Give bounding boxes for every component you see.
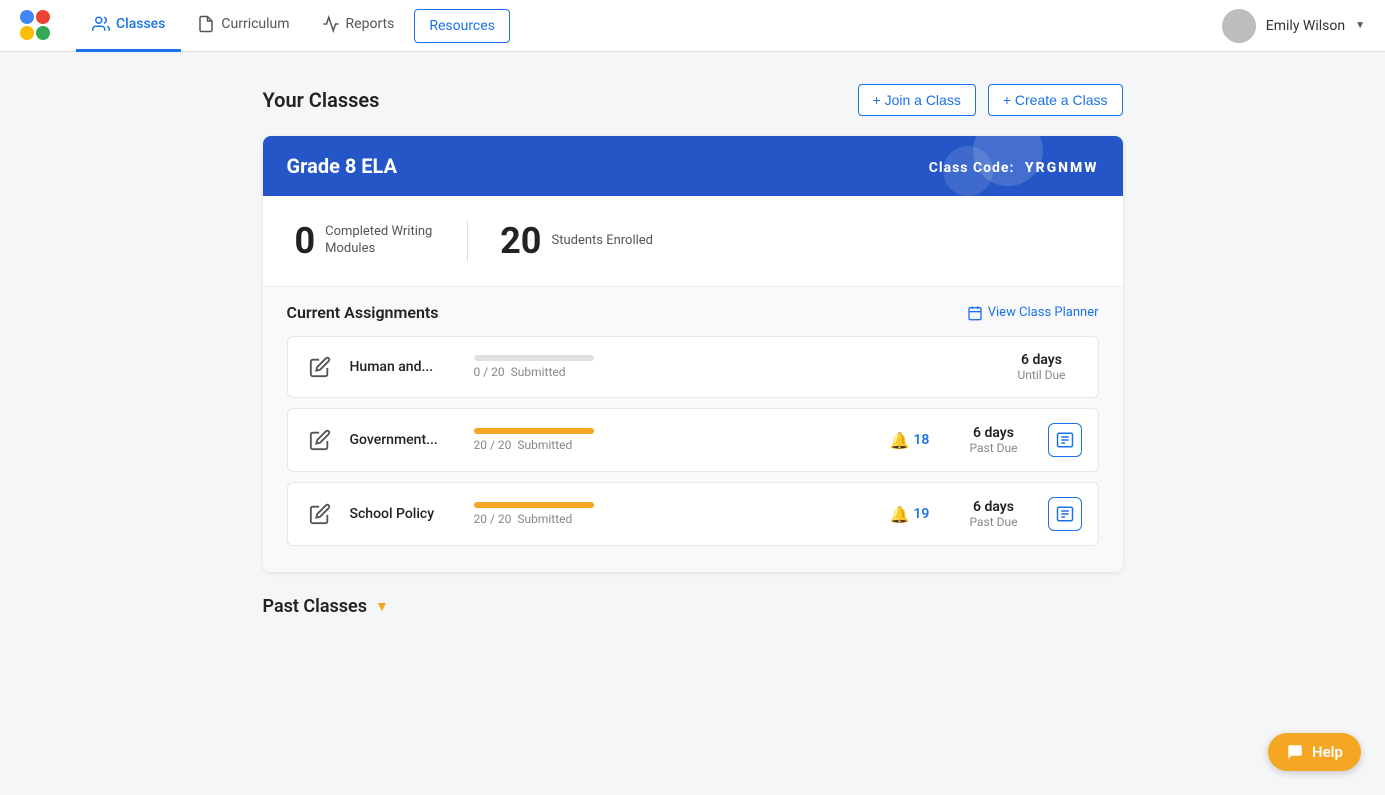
assignment-name-2: Government... (350, 432, 460, 448)
avatar-image (1222, 9, 1256, 43)
planner-icon (967, 305, 983, 321)
help-label: Help (1312, 743, 1343, 761)
bell-area-2: 🔔 18 (890, 431, 940, 450)
nav-item-resources[interactable]: Resources (414, 9, 510, 43)
stat-number-students: 20 (500, 220, 541, 262)
create-class-button[interactable]: + Create a Class (988, 84, 1123, 116)
assignments-title: Current Assignments (287, 303, 439, 322)
navbar: Classes Curriculum Reports Resources Emi… (0, 0, 1385, 52)
assignment-write-icon-2 (304, 424, 336, 456)
progress-bar-bg-1 (474, 355, 594, 361)
stat-completed-modules: 0 Completed Writing Modules (295, 220, 436, 262)
due-label-3: Past Due (954, 515, 1034, 529)
progress-bar-bg-3 (474, 502, 594, 508)
header-actions: + Join a Class + Create a Class (858, 84, 1123, 116)
stat-students-enrolled: 20 Students Enrolled (500, 220, 653, 262)
past-classes-label: Past Classes (263, 596, 367, 617)
avatar (1222, 9, 1256, 43)
due-area-3: 6 days Past Due (954, 499, 1034, 529)
class-code-area: Class Code: YRGNMW (929, 157, 1099, 176)
assignment-write-icon (304, 351, 336, 383)
progress-bar-fill-2 (474, 428, 594, 434)
assignment-row: Human and... 0 / 20 Submitted 6 days Unt… (287, 336, 1099, 398)
progress-text-2: 20 / 20 Submitted (474, 438, 876, 452)
bell-count-2: 18 (913, 432, 929, 448)
main-content: Your Classes + Join a Class + Create a C… (243, 52, 1143, 649)
section-header: Your Classes + Join a Class + Create a C… (263, 84, 1123, 116)
stat-divider (467, 221, 468, 261)
past-classes-section[interactable]: Past Classes ▼ (263, 596, 1123, 617)
class-name: Grade 8 ELA (287, 154, 398, 178)
progress-area-2: 20 / 20 Submitted (474, 428, 876, 452)
assignment-row: School Policy 20 / 20 Submitted 🔔 19 6 d… (287, 482, 1099, 546)
nav-items: Classes Curriculum Reports Resources (76, 0, 1222, 52)
nav-item-classes[interactable]: Classes (76, 0, 181, 52)
progress-text-1: 0 / 20 Submitted (474, 365, 988, 379)
app-logo (20, 10, 52, 42)
nav-item-reports[interactable]: Reports (306, 0, 411, 52)
logo-dot-red (36, 10, 50, 24)
logo-dot-yellow (20, 26, 34, 40)
help-chat-icon (1286, 743, 1304, 761)
due-label-1: Until Due (1002, 368, 1082, 382)
progress-text-3: 20 / 20 Submitted (474, 512, 876, 526)
user-menu-chevron[interactable]: ▼ (1355, 20, 1365, 31)
assignments-header: Current Assignments View Class Planner (287, 303, 1099, 322)
progress-bar-bg-2 (474, 428, 594, 434)
stat-label-students: Students Enrolled (551, 233, 653, 250)
bell-icon-3: 🔔 (890, 505, 910, 524)
assignments-section: Current Assignments View Class Planner (263, 287, 1123, 572)
past-classes-chevron-icon: ▼ (375, 598, 389, 615)
due-days-2: 6 days (954, 425, 1034, 441)
stat-label-modules: Completed Writing Modules (325, 224, 435, 258)
class-code-label: Class Code: YRGNMW (929, 160, 1099, 176)
view-class-planner-link[interactable]: View Class Planner (967, 305, 1099, 321)
class-card-header: Grade 8 ELA Class Code: YRGNMW (263, 136, 1123, 196)
assignment-name-3: School Policy (350, 506, 460, 522)
user-name: Emily Wilson (1266, 18, 1345, 34)
reports-icon (322, 15, 340, 33)
nav-right: Emily Wilson ▼ (1222, 9, 1365, 43)
assignment-name-1: Human and... (350, 359, 460, 375)
classes-icon (92, 15, 110, 33)
progress-area-3: 20 / 20 Submitted (474, 502, 876, 526)
due-days-3: 6 days (954, 499, 1034, 515)
curriculum-icon (197, 15, 215, 33)
report-button-2[interactable] (1048, 423, 1082, 457)
assignment-row: Government... 20 / 20 Submitted 🔔 18 6 d… (287, 408, 1099, 472)
help-button[interactable]: Help (1268, 733, 1361, 771)
stat-number-modules: 0 (295, 220, 316, 262)
section-title: Your Classes (263, 88, 380, 112)
class-card: Grade 8 ELA Class Code: YRGNMW 0 Complet… (263, 136, 1123, 572)
class-stats: 0 Completed Writing Modules 20 Students … (263, 196, 1123, 287)
progress-bar-fill-3 (474, 502, 594, 508)
progress-area-1: 0 / 20 Submitted (474, 355, 988, 379)
due-area-2: 6 days Past Due (954, 425, 1034, 455)
bell-area-3: 🔔 19 (890, 505, 940, 524)
due-days-1: 6 days (1002, 352, 1082, 368)
logo-dot-blue (20, 10, 34, 24)
assignment-write-icon-3 (304, 498, 336, 530)
due-area-1: 6 days Until Due (1002, 352, 1082, 382)
join-class-button[interactable]: + Join a Class (858, 84, 976, 116)
nav-item-curriculum[interactable]: Curriculum (181, 0, 305, 52)
due-label-2: Past Due (954, 441, 1034, 455)
report-button-3[interactable] (1048, 497, 1082, 531)
bell-icon-2: 🔔 (890, 431, 910, 450)
logo-dot-green (36, 26, 50, 40)
bell-count-3: 19 (913, 506, 929, 522)
